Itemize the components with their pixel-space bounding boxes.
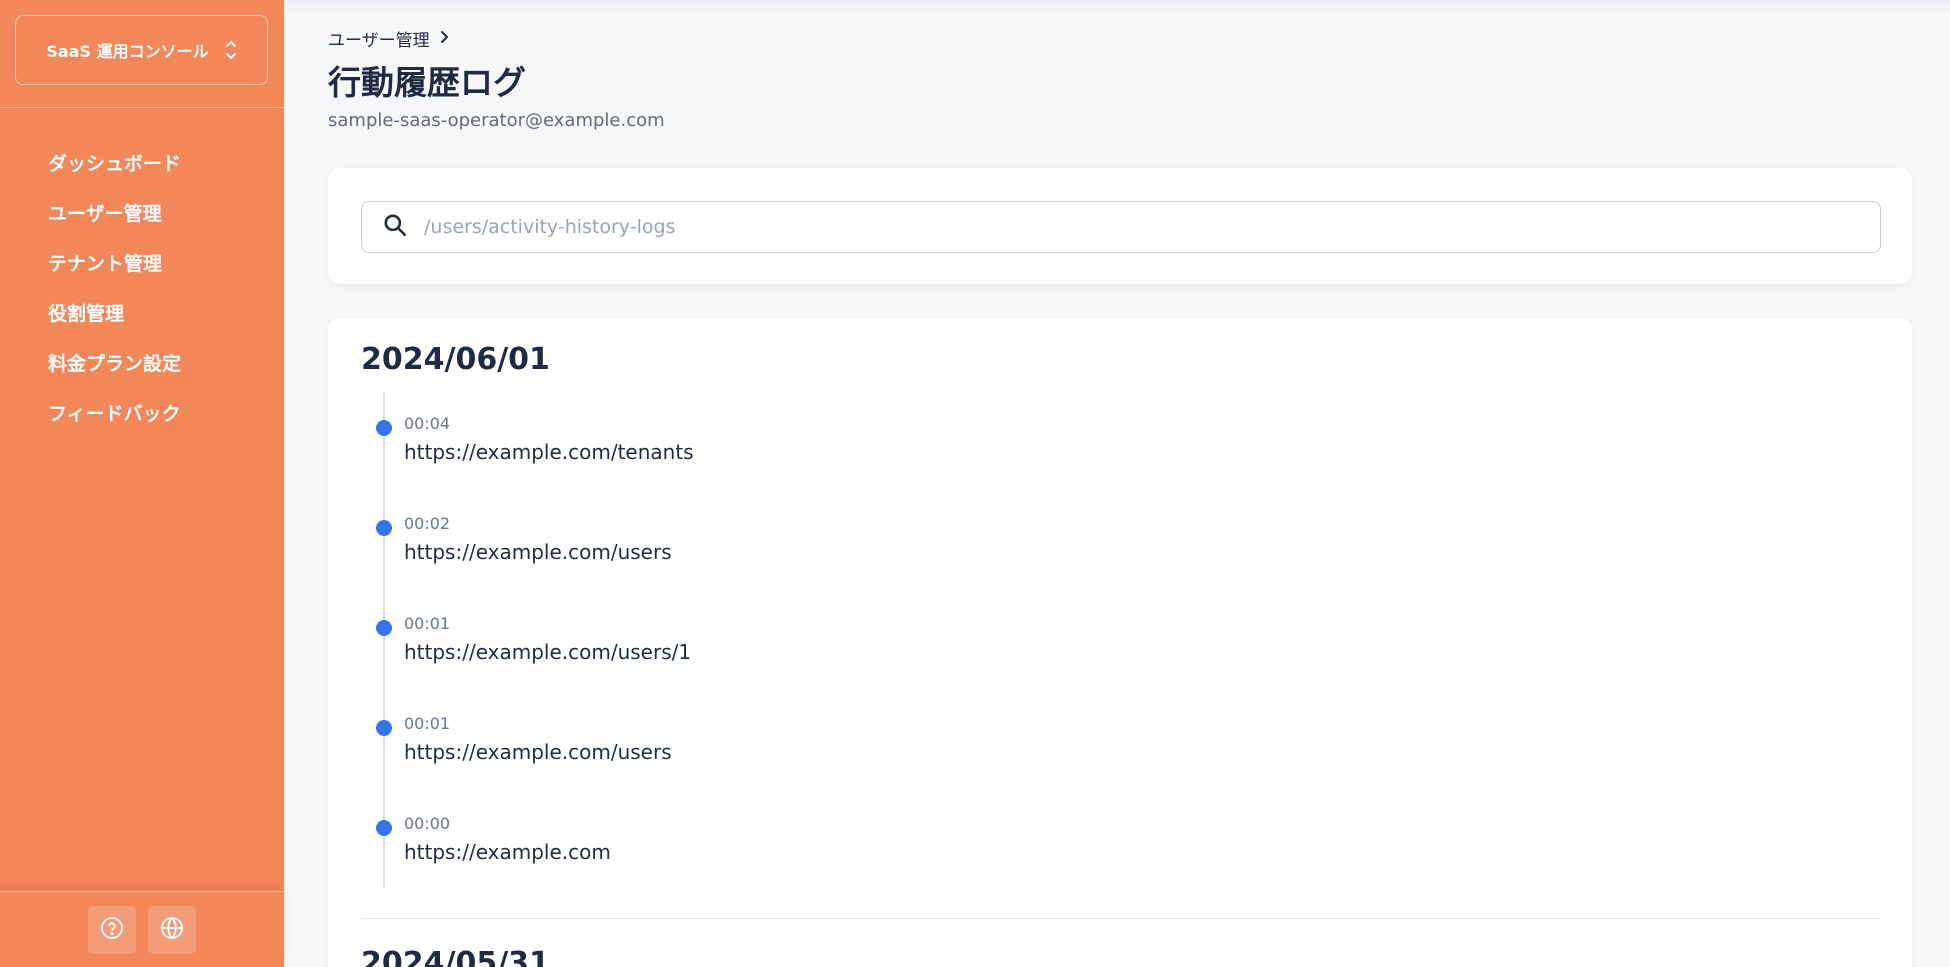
sidebar-item-dashboard[interactable]: ダッシュボード [0,137,284,187]
sidebar-nav: ダッシュボード ユーザー管理 テナント管理 役割管理 料金プラン設定 フィードバ… [0,137,284,437]
timeline-dot [376,520,392,536]
timeline-dot [376,620,392,636]
main-content: ユーザー管理 行動履歴ログ sample-saas-operator@examp… [284,0,1950,967]
console-label: SaaS 運用コンソール [46,42,209,61]
sidebar-item-roles[interactable]: 役割管理 [0,287,284,337]
log-date-heading: 2024/06/01 [361,342,550,377]
log-time: 00:04 [404,414,451,433]
sidebar: SaaS 運用コンソール ダッシュボード ユーザー管理 テナント管理 役割管理 … [0,0,284,967]
search-input[interactable] [424,216,1880,238]
activity-log-card: 2024/06/01 00:04 https://example.com/ten… [328,318,1912,967]
page-title: 行動履歴ログ [328,63,526,102]
operator-email: sample-saas-operator@example.com [328,110,665,131]
sidebar-item-feedback[interactable]: フィードバック [0,387,284,437]
chevron-right-icon [440,29,450,49]
chevron-up-down-icon [225,39,237,61]
log-url[interactable]: https://example.com/users/1 [404,640,691,664]
log-time: 00:01 [404,714,451,733]
log-url[interactable]: https://example.com/tenants [404,440,694,464]
globe-icon [160,916,184,944]
sidebar-item-pricing[interactable]: 料金プラン設定 [0,337,284,387]
timeline-dot [376,820,392,836]
console-switcher[interactable]: SaaS 運用コンソール [15,15,268,85]
sidebar-footer [0,891,284,967]
timeline-item: 00:01 https://example.com/users/1 [361,592,1761,672]
log-date-heading: 2024/05/31 [361,946,550,967]
log-time: 00:00 [404,814,451,833]
timeline: 00:04 https://example.com/tenants 00:02 … [361,392,1881,888]
top-shadow [284,0,1950,14]
timeline-dot [376,420,392,436]
search-box [361,201,1881,253]
timeline-dot [376,720,392,736]
search-icon [382,212,408,242]
timeline-item: 00:01 https://example.com/users [361,692,1761,772]
log-url[interactable]: https://example.com/users [404,540,672,564]
sidebar-divider [0,107,284,108]
log-time: 00:02 [404,514,451,533]
sidebar-item-tenants[interactable]: テナント管理 [0,237,284,287]
help-circle-icon [100,916,124,944]
timeline-item: 00:00 https://example.com [361,792,1761,872]
breadcrumb: ユーザー管理 [328,26,450,51]
language-button[interactable] [148,905,196,954]
sidebar-item-users[interactable]: ユーザー管理 [0,187,284,237]
log-url[interactable]: https://example.com [404,840,611,864]
help-button[interactable] [88,905,136,954]
timeline-item: 00:04 https://example.com/tenants [361,392,1761,472]
search-card [328,168,1912,284]
date-divider [361,918,1881,919]
log-url[interactable]: https://example.com/users [404,740,672,764]
timeline-item: 00:02 https://example.com/users [361,492,1761,572]
breadcrumb-users[interactable]: ユーザー管理 [328,26,430,51]
log-time: 00:01 [404,614,451,633]
